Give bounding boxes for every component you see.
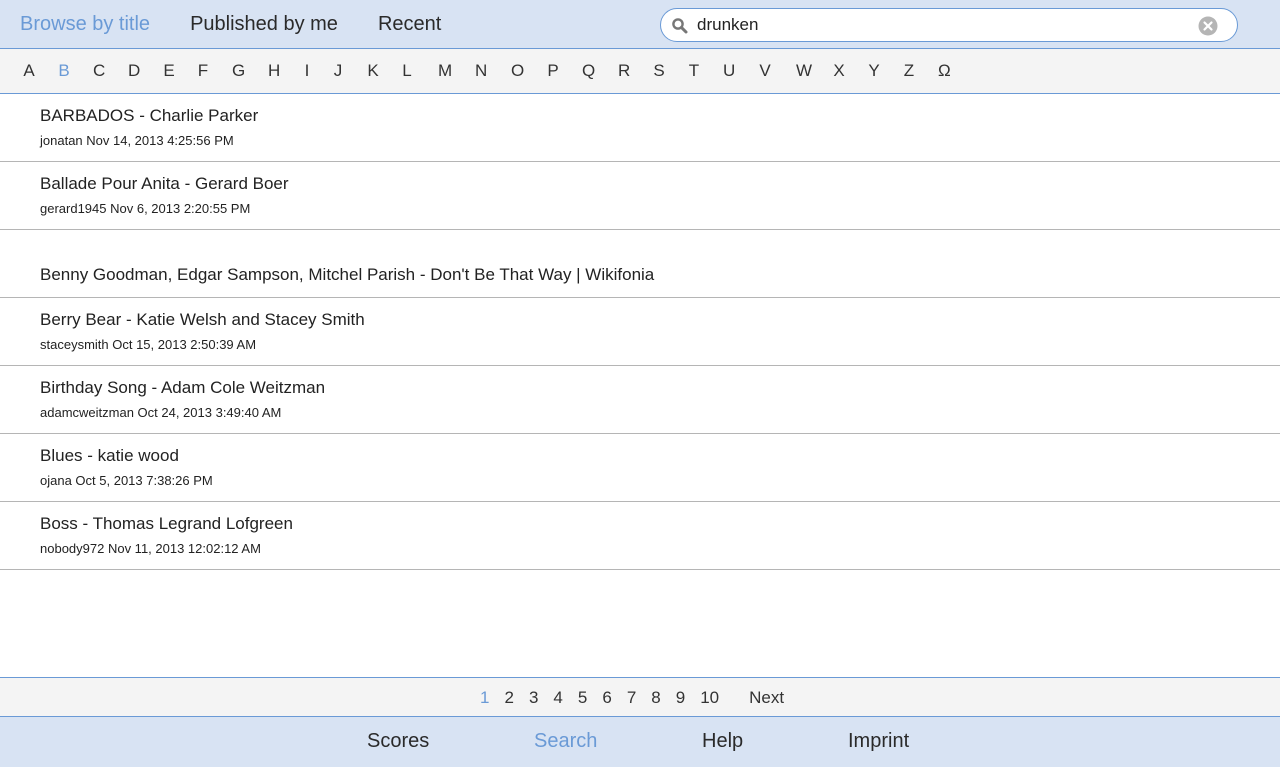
nav-help[interactable]: Help <box>702 730 743 753</box>
next-page-button[interactable]: Next <box>749 688 784 708</box>
letter-t[interactable]: T <box>688 61 700 81</box>
letter-x[interactable]: X <box>833 61 845 81</box>
result-row[interactable]: Ballade Pour Anita - Gerard Boer gerard19… <box>0 162 1280 230</box>
letter-s[interactable]: S <box>653 61 665 81</box>
letter-d[interactable]: D <box>128 61 140 81</box>
search-box <box>660 8 1238 42</box>
page-1[interactable]: 1 <box>480 688 489 708</box>
result-row[interactable]: BARBADOS - Charlie Parker jonatan Nov 14,… <box>0 94 1280 162</box>
result-title[interactable]: Blues - katie wood <box>40 446 179 466</box>
result-meta: nobody972 Nov 11, 2013 12:02:12 AM <box>40 541 261 556</box>
page-2[interactable]: 2 <box>504 688 513 708</box>
page-4[interactable]: 4 <box>553 688 562 708</box>
result-meta: ojana Oct 5, 2013 7:38:26 PM <box>40 473 213 488</box>
top-nav: Browse by title Published by me Recent <box>20 0 481 48</box>
letter-v[interactable]: V <box>759 61 771 81</box>
letter-a[interactable]: A <box>23 61 35 81</box>
result-title[interactable]: BARBADOS - Charlie Parker <box>40 106 258 126</box>
letter-u[interactable]: U <box>723 61 735 81</box>
result-row[interactable]: Blues - katie wood ojana Oct 5, 2013 7:38… <box>0 434 1280 502</box>
result-meta: jonatan Nov 14, 2013 4:25:56 PM <box>40 133 234 148</box>
pagination: 1 2 3 4 5 6 7 8 9 10 Next <box>0 677 1280 717</box>
results-list: BARBADOS - Charlie Parker jonatan Nov 14,… <box>0 94 1280 570</box>
letter-n[interactable]: N <box>475 61 487 81</box>
top-bar: Browse by title Published by me Recent <box>0 0 1280 49</box>
letter-c[interactable]: C <box>93 61 105 81</box>
page-10[interactable]: 10 <box>700 688 719 708</box>
letter-m[interactable]: M <box>438 61 452 81</box>
letter-q[interactable]: Q <box>582 61 595 81</box>
page-3[interactable]: 3 <box>529 688 538 708</box>
tab-recent[interactable]: Recent <box>378 13 441 36</box>
bottom-nav: Scores Search Help Imprint <box>0 717 1280 767</box>
result-title[interactable]: Berry Bear - Katie Welsh and Stacey Smit… <box>40 310 365 330</box>
letter-omega[interactable]: Ω <box>938 61 951 81</box>
letter-w[interactable]: W <box>796 61 812 81</box>
page-6[interactable]: 6 <box>602 688 611 708</box>
letter-r[interactable]: R <box>618 61 630 81</box>
result-row[interactable]: Berry Bear - Katie Welsh and Stacey Smit… <box>0 298 1280 366</box>
tab-published-by-me[interactable]: Published by me <box>190 13 338 36</box>
nav-imprint[interactable]: Imprint <box>848 730 909 753</box>
letter-o[interactable]: O <box>511 61 524 81</box>
letter-j[interactable]: J <box>332 61 344 81</box>
result-title[interactable]: Benny Goodman, Edgar Sampson, Mitchel Pa… <box>40 265 654 285</box>
search-input[interactable] <box>697 13 1187 37</box>
page-7[interactable]: 7 <box>627 688 636 708</box>
letter-f[interactable]: F <box>197 61 209 81</box>
result-row[interactable]: Benny Goodman, Edgar Sampson, Mitchel Pa… <box>0 230 1280 298</box>
letter-b[interactable]: B <box>58 61 70 81</box>
letter-k[interactable]: K <box>367 61 379 81</box>
letter-p[interactable]: P <box>547 61 559 81</box>
result-title[interactable]: Birthday Song - Adam Cole Weitzman <box>40 378 325 398</box>
search-icon <box>672 18 688 34</box>
letter-h[interactable]: H <box>268 61 280 81</box>
letter-l[interactable]: L <box>401 61 413 81</box>
page-5[interactable]: 5 <box>578 688 587 708</box>
result-row[interactable]: Boss - Thomas Legrand Lofgreen nobody972 … <box>0 502 1280 570</box>
tab-browse-by-title[interactable]: Browse by title <box>20 13 150 36</box>
letter-z[interactable]: Z <box>903 61 915 81</box>
alphabet-filter: A B C D E F G H IJ K L M N O P Q R S T U V W X Y Z Ω <box>0 49 1280 94</box>
result-row[interactable]: Birthday Song - Adam Cole Weitzman adamcw… <box>0 366 1280 434</box>
page-8[interactable]: 8 <box>651 688 660 708</box>
letter-y[interactable]: Y <box>868 61 880 81</box>
result-meta: staceysmith Oct 15, 2013 2:50:39 AM <box>40 337 257 352</box>
letter-g[interactable]: G <box>232 61 245 81</box>
result-meta: adamcweitzman Oct 24, 2013 3:49:40 AM <box>40 405 282 420</box>
nav-scores[interactable]: Scores <box>367 730 429 753</box>
result-title[interactable]: Ballade Pour Anita - Gerard Boer <box>40 174 289 194</box>
result-title[interactable]: Boss - Thomas Legrand Lofgreen <box>40 514 293 534</box>
nav-search[interactable]: Search <box>534 730 597 753</box>
clear-search-icon[interactable] <box>1198 16 1218 36</box>
result-meta: gerard1945 Nov 6, 2013 2:20:55 PM <box>40 201 251 216</box>
letter-i[interactable]: I <box>301 61 313 81</box>
page-9[interactable]: 9 <box>676 688 685 708</box>
letter-e[interactable]: E <box>163 61 175 81</box>
